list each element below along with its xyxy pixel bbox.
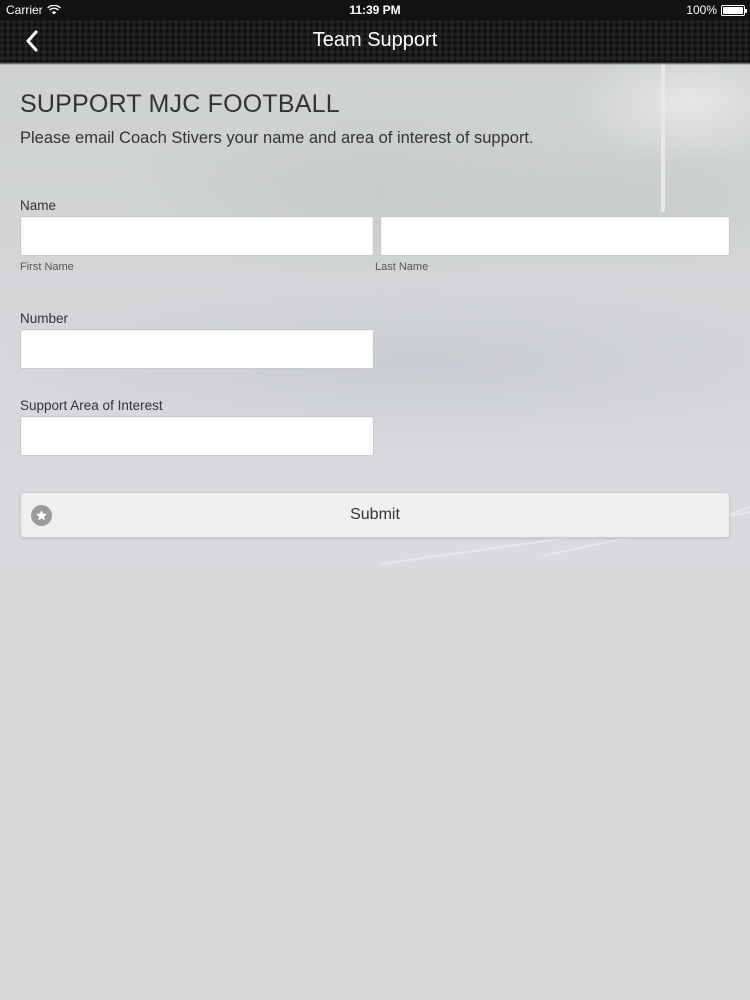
interest-label: Support Area of Interest (20, 398, 163, 413)
submit-label: Submit (350, 506, 400, 523)
submit-button[interactable]: Submit (20, 492, 730, 538)
form-description: Please email Coach Stivers your name and… (20, 129, 534, 147)
interest-input[interactable] (20, 416, 374, 456)
nav-shadow (0, 62, 750, 65)
number-label: Number (20, 311, 69, 326)
first-name-sublabel: First Name (20, 261, 74, 273)
name-label: Name (20, 198, 57, 213)
clock: 11:39 PM (349, 3, 401, 17)
last-name-input[interactable] (380, 216, 730, 256)
battery-indicator: 100% (686, 3, 747, 17)
light-pole (661, 62, 665, 212)
navigation-bar: Team Support (0, 20, 750, 62)
battery-percent: 100% (686, 3, 717, 17)
status-bar: Carrier 11:39 PM 100% (0, 0, 750, 20)
first-name-input[interactable] (20, 216, 374, 256)
number-input[interactable] (20, 329, 374, 369)
last-name-sublabel: Last Name (375, 261, 429, 273)
page-title: Team Support (312, 29, 438, 51)
battery-icon (721, 4, 747, 16)
form-heading: SUPPORT MJC FOOTBALL (20, 90, 340, 118)
star-icon (31, 505, 52, 526)
